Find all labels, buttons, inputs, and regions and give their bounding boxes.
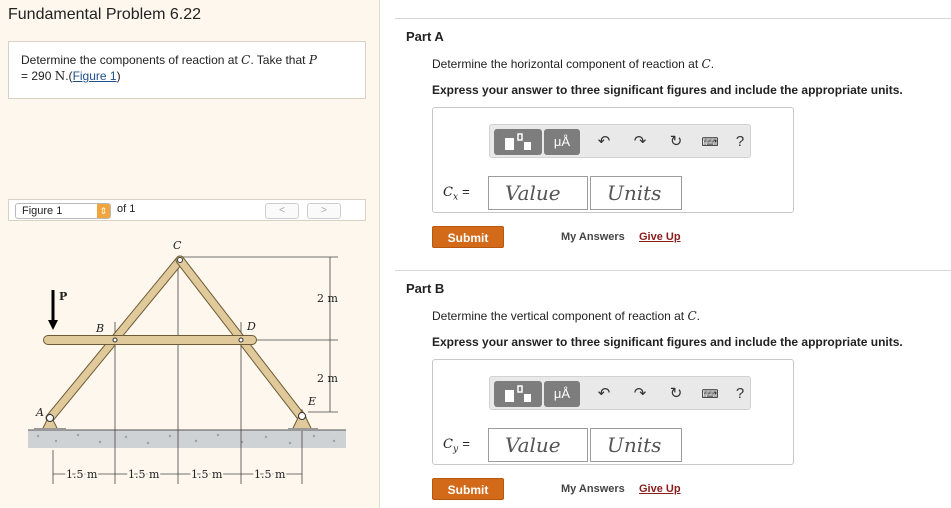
dim-bottom-3: 1.5 m <box>191 468 223 481</box>
part-a-divider <box>395 18 951 19</box>
var-subscript: y <box>452 444 459 455</box>
label-b: B <box>95 322 104 335</box>
help-button[interactable]: ? <box>728 382 752 406</box>
part-b-give-up-link[interactable]: Give Up <box>639 483 681 495</box>
part-a-point: C <box>701 57 711 71</box>
bottom-dimensions: 1.5 m 1.5 m 1.5 m 1.5 m <box>53 466 302 483</box>
units-button[interactable]: μÅ <box>544 381 580 407</box>
spinner-icon[interactable]: ⇕ <box>97 204 110 218</box>
dim-right-bottom: 2 m <box>317 372 338 385</box>
part-b-question: Determine the vertical component of reac… <box>432 309 700 323</box>
statement-sep: .( <box>65 69 73 83</box>
templates-icon <box>505 133 531 150</box>
templates-button[interactable] <box>494 381 542 407</box>
dim-right-top: 2 m <box>317 292 338 305</box>
part-b-instruction: Express your answer to three significant… <box>432 335 903 349</box>
var-subscript: x <box>452 192 459 203</box>
problem-title: Fundamental Problem 6.22 <box>8 6 201 23</box>
part-a-value-input[interactable]: Value <box>488 176 588 210</box>
keyboard-icon[interactable]: ⌨ <box>698 382 722 406</box>
var-symbol: C <box>443 185 453 200</box>
statement-end: ) <box>116 69 121 83</box>
prev-figure-button[interactable]: < <box>265 203 299 219</box>
part-a-heading: Part A <box>406 29 444 44</box>
part-b-value-input[interactable]: Value <box>488 428 588 462</box>
undo-icon[interactable]: ↶ <box>592 130 616 154</box>
statement-text: Determine the components of reaction at <box>21 53 238 67</box>
next-figure-button[interactable]: > <box>307 203 341 219</box>
part-a-submit-button[interactable]: Submit <box>432 226 504 248</box>
right-dimensions: 2 m 2 m <box>317 257 338 412</box>
part-a-toolbar: μÅ ↶ ↷ ↻ ⌨ ? <box>489 124 751 158</box>
figure-navigator: Figure 1 ⇕ of 1 < > <box>8 199 366 221</box>
units-button[interactable]: μÅ <box>544 129 580 155</box>
label-p: P <box>59 290 67 303</box>
figure-select[interactable]: Figure 1 ⇕ <box>15 203 111 219</box>
help-button[interactable]: ? <box>728 130 752 154</box>
reset-icon[interactable]: ↻ <box>664 130 688 154</box>
truss-figure: C B D A E P 2 m 2 m 1.5 m 1.5 m 1.5 m 1.… <box>8 222 366 502</box>
label-c: C <box>173 239 182 252</box>
part-a-question: Determine the horizontal component of re… <box>432 57 714 71</box>
part-a-instruction: Express your answer to three significant… <box>432 83 903 97</box>
part-a-give-up-link[interactable]: Give Up <box>639 231 681 243</box>
keyboard-icon[interactable]: ⌨ <box>698 130 722 154</box>
load-variable: P <box>308 53 317 67</box>
load-arrow <box>48 290 58 330</box>
figure-link[interactable]: Figure 1 <box>73 69 117 83</box>
ground <box>28 430 346 448</box>
load-value: = 290 <box>21 69 52 83</box>
part-b-units-input[interactable]: Units <box>590 428 682 462</box>
label-d: D <box>246 320 256 333</box>
part-b-answer-box: μÅ ↶ ↷ ↻ ⌨ ? Cy = Value Units <box>432 359 794 465</box>
problem-panel: Fundamental Problem 6.22 Determine the c… <box>0 0 380 508</box>
part-a-variable: Cx = <box>443 184 470 203</box>
redo-icon[interactable]: ↷ <box>628 130 652 154</box>
templates-icon <box>505 385 531 402</box>
load-unit: N <box>54 69 66 83</box>
truss-members <box>43 255 307 423</box>
equals-sign: = <box>462 436 470 451</box>
problem-statement: Determine the components of reaction at … <box>8 41 366 99</box>
support-e <box>288 408 318 431</box>
label-e: E <box>307 395 316 408</box>
label-a: A <box>35 406 44 419</box>
part-a-my-answers-label: My Answers <box>561 231 625 243</box>
equals-sign: = <box>462 184 470 199</box>
var-symbol: C <box>443 437 453 452</box>
part-b-heading: Part B <box>406 281 445 296</box>
part-b-question-text: Determine the vertical component of reac… <box>432 309 685 323</box>
part-b-divider <box>395 270 951 271</box>
part-b-my-answers-label: My Answers <box>561 483 625 495</box>
undo-icon[interactable]: ↶ <box>592 382 616 406</box>
part-b-variable: Cy = <box>443 436 470 455</box>
part-a-answer-box: μÅ ↶ ↷ ↻ ⌨ ? Cx = Value Units <box>432 107 794 213</box>
reference-lines <box>52 256 338 484</box>
dim-bottom-4: 1.5 m <box>254 468 286 481</box>
reset-icon[interactable]: ↻ <box>664 382 688 406</box>
part-b-question-end: . <box>696 309 701 323</box>
redo-icon[interactable]: ↷ <box>628 382 652 406</box>
truss-diagram: C B D A E P 2 m 2 m 1.5 m 1.5 m 1.5 m 1.… <box>28 239 346 484</box>
part-b-point: C <box>687 309 697 323</box>
point-label: C <box>241 53 251 67</box>
part-b-submit-button[interactable]: Submit <box>432 478 504 500</box>
templates-button[interactable] <box>494 129 542 155</box>
part-a-units-input[interactable]: Units <box>590 176 682 210</box>
statement-text-mid: . Take that <box>250 53 306 67</box>
dim-bottom-2: 1.5 m <box>128 468 160 481</box>
part-a-question-end: . <box>710 57 715 71</box>
part-a-question-text: Determine the horizontal component of re… <box>432 57 699 71</box>
figure-count: of 1 <box>117 203 136 215</box>
part-b-toolbar: μÅ ↶ ↷ ↻ ⌨ ? <box>489 376 751 410</box>
dim-bottom-1: 1.5 m <box>66 468 98 481</box>
figure-select-value: Figure 1 <box>22 205 63 217</box>
